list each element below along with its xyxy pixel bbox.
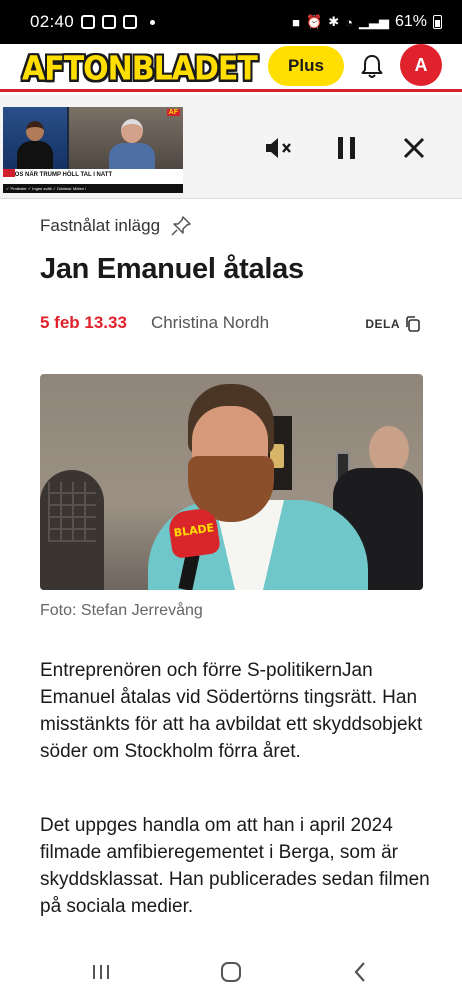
share-button[interactable]: DELA	[365, 315, 422, 333]
microphone-logo-text: BLADE	[172, 521, 215, 540]
back-icon[interactable]	[345, 957, 375, 987]
gallery-icon	[102, 15, 117, 29]
instagram-icon	[81, 15, 96, 29]
plus-button[interactable]: Plus	[268, 46, 344, 86]
notification-dot-icon	[150, 19, 156, 25]
thumb-live-marker	[3, 169, 15, 177]
photo-caption: Foto: Stefan Jerrevång	[40, 602, 203, 619]
status-bar: 02:40 ■ ⏰ ✱ ◔ ▁▃▅ 61%	[0, 0, 462, 44]
battery-percent: 61%	[394, 13, 427, 30]
status-time: 02:40	[30, 12, 75, 31]
guard-head	[369, 426, 409, 474]
article-paragraph: Det uppges handla om att han i april 202…	[40, 815, 430, 917]
pinned-label: Fastnålat inlägg	[40, 216, 161, 235]
share-label: DELA	[365, 317, 400, 331]
thumb-caption-text: KAOS NÄR TRUMP HÖLL TAL I NATT	[6, 172, 113, 178]
photo-window	[48, 482, 96, 542]
site-header: AFTONBLADET Plus A	[0, 44, 462, 92]
alarm-icon: ⏰	[306, 14, 323, 29]
mini-video-player: AF KAOS NÄR TRUMP HÖLL TAL I NATT ✓ Prot…	[0, 95, 462, 199]
instagram-icon	[123, 15, 138, 29]
battery-icon	[433, 15, 442, 29]
author-name[interactable]: Christina Nordh	[151, 313, 269, 333]
thumb-logo-badge: AF	[166, 109, 180, 116]
thumb-man	[109, 119, 155, 169]
copy-icon	[406, 316, 420, 332]
bell-icon[interactable]	[357, 51, 387, 81]
avatar[interactable]: A	[400, 44, 442, 86]
article-meta: 5 feb 13.33 Christina Nordh DELA	[40, 313, 422, 333]
publish-date: 5 feb 13.33	[40, 313, 127, 332]
pause-icon[interactable]	[330, 131, 364, 165]
article-paragraph: Entreprenören och förre S-politikernJan …	[40, 660, 423, 762]
volume-mute-icon[interactable]	[262, 131, 296, 165]
wifi-icon: ◔	[345, 14, 353, 30]
thumb-man-body	[109, 143, 155, 169]
pin-icon	[171, 216, 191, 236]
pinned-label-row: Fastnålat inlägg	[40, 215, 192, 237]
photo-subject	[148, 384, 368, 590]
site-logo[interactable]: AFTONBLADET	[22, 50, 258, 89]
status-left: 02:40	[30, 12, 156, 32]
thumb-woman-body	[17, 141, 53, 169]
thumb-ticker: ✓ Protester ✓ Ingen svält ✓ Dödstal: Möt…	[3, 184, 183, 193]
thumb-woman-head	[26, 121, 44, 141]
close-icon[interactable]	[397, 131, 431, 165]
article-photo[interactable]: BLADE	[40, 374, 423, 590]
lock-icon: ■	[292, 14, 301, 30]
microphone: BLADE	[167, 506, 221, 560]
signal-icon: ▁▃▅	[358, 14, 389, 29]
recent-apps-icon[interactable]	[86, 957, 116, 987]
video-thumbnail[interactable]: AF KAOS NÄR TRUMP HÖLL TAL I NATT ✓ Prot…	[3, 107, 183, 193]
article-headline: Jan Emanuel åtalas	[40, 253, 304, 285]
thumb-man-head	[121, 119, 143, 143]
thumb-woman	[17, 121, 53, 169]
status-right: ■ ⏰ ✱ ◔ ▁▃▅ 61%	[292, 13, 442, 31]
bluetooth-icon: ✱	[328, 14, 340, 29]
home-icon[interactable]	[216, 957, 246, 987]
system-nav-bar	[0, 945, 462, 1000]
thumb-caption: KAOS NÄR TRUMP HÖLL TAL I NATT ✓ Protest…	[3, 169, 183, 193]
